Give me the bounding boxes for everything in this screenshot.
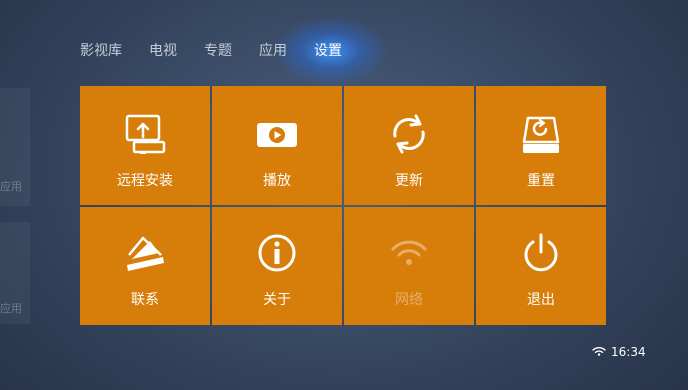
tile-label: 远程安装 <box>117 173 173 189</box>
reset-drive-icon <box>519 112 563 156</box>
exit-tile[interactable]: 退出 <box>476 207 606 325</box>
clock: 16:34 <box>611 345 646 359</box>
tab-topics[interactable]: 专题 <box>204 38 232 64</box>
about-tile[interactable]: 关于 <box>212 207 342 325</box>
tile-label: 播放 <box>263 173 291 189</box>
update-tile[interactable]: 更新 <box>344 86 474 205</box>
tile-label: 网络 <box>395 292 423 308</box>
tab-apps[interactable]: 应用 <box>259 38 287 64</box>
background-label: 应用 <box>0 180 22 193</box>
top-nav: 影视库 电视 专题 应用 设置 <box>80 16 390 86</box>
refresh-icon <box>387 112 431 156</box>
tab-movies[interactable]: 影视库 <box>80 38 122 64</box>
play-icon <box>255 112 299 156</box>
contact-tile[interactable]: 联系 <box>80 207 210 325</box>
status-bar: 16:34 <box>592 345 646 359</box>
wifi-status-icon <box>592 345 606 359</box>
contact-envelope-icon <box>123 231 167 275</box>
remote-install-icon <box>123 112 167 156</box>
tab-tv[interactable]: 电视 <box>149 38 177 64</box>
settings-grid: 远程安装 播放 更新 重置 联系 关于 网络 退出 <box>80 86 606 325</box>
reset-tile[interactable]: 重置 <box>476 86 606 205</box>
tab-settings[interactable]: 设置 <box>272 16 390 86</box>
remote-install-tile[interactable]: 远程安装 <box>80 86 210 205</box>
background-label: 应用 <box>0 302 22 315</box>
power-icon <box>519 231 563 275</box>
tile-label: 关于 <box>263 292 291 308</box>
tile-label: 退出 <box>527 292 555 308</box>
network-tile[interactable]: 网络 <box>344 207 474 325</box>
play-tile[interactable]: 播放 <box>212 86 342 205</box>
tile-label: 联系 <box>131 292 159 308</box>
tile-label: 更新 <box>395 173 423 189</box>
tile-label: 重置 <box>527 173 555 189</box>
info-icon <box>255 231 299 275</box>
wifi-icon <box>387 231 431 275</box>
